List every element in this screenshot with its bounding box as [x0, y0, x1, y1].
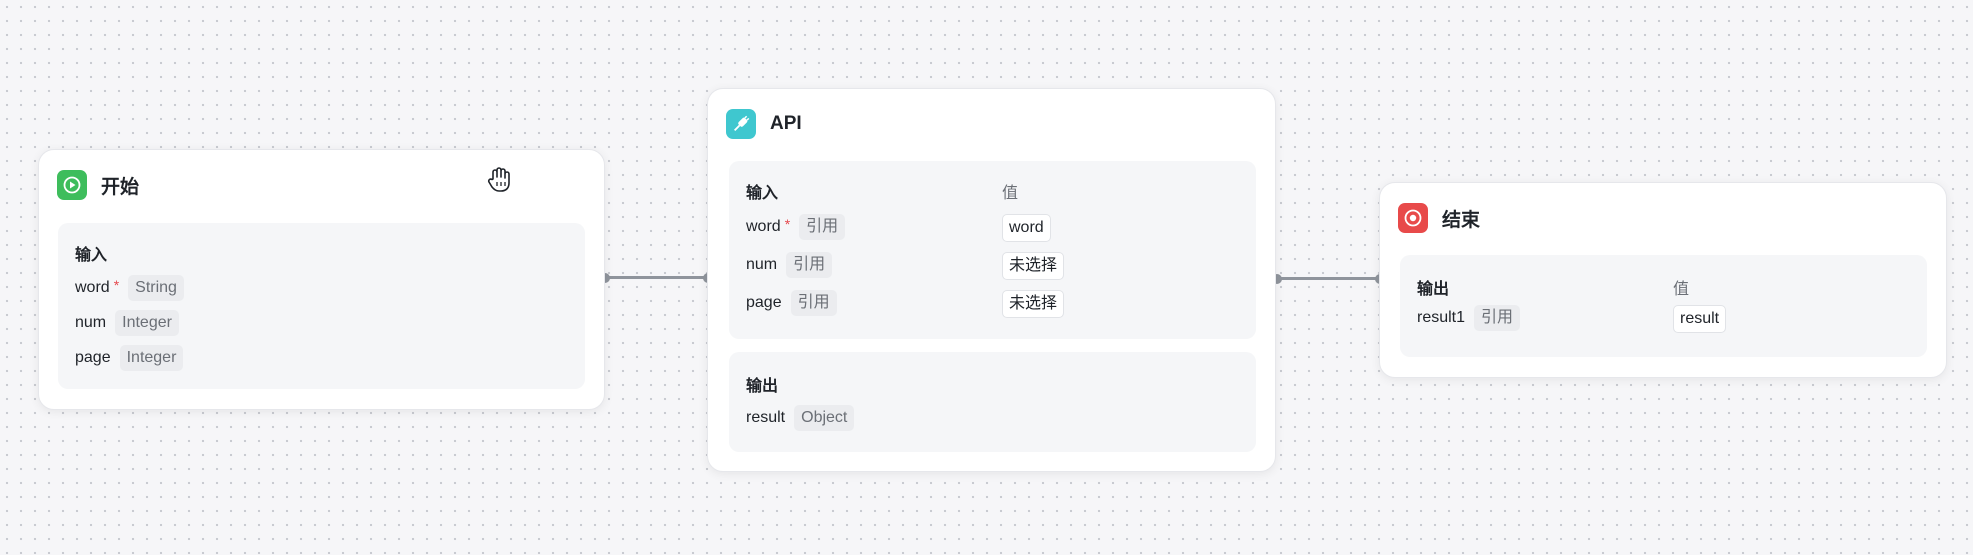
start-node-header: 开始: [57, 170, 139, 200]
output-name: result: [746, 409, 786, 426]
api-param-row[interactable]: page 引用: [746, 288, 837, 318]
hand-grab-icon: [487, 165, 513, 198]
api-output-panel: 输出 result Object: [729, 352, 1256, 452]
param-name: page: [75, 349, 111, 366]
start-input-panel: 输入 word * String num Integer page Intege…: [58, 223, 585, 389]
param-name: word: [746, 218, 781, 235]
edge-start-to-api[interactable]: [604, 276, 707, 279]
api-output-row[interactable]: result Object: [746, 403, 855, 433]
api-node[interactable]: API 输入 值 word * 引用 word num 引用 未选择 page …: [707, 88, 1276, 472]
play-icon: [57, 170, 87, 200]
api-input-panel: 输入 值 word * 引用 word num 引用 未选择 page 引用 未…: [729, 161, 1256, 339]
param-value-select[interactable]: 未选择: [1002, 290, 1065, 318]
plug-icon: [726, 109, 756, 139]
param-type-tag: 引用: [1474, 305, 1521, 331]
param-type-tag: Integer: [119, 345, 184, 371]
required-marker: *: [113, 277, 120, 293]
required-marker: *: [784, 216, 791, 232]
api-output-label: 输出: [746, 378, 779, 395]
api-param-row[interactable]: word * 引用: [746, 212, 846, 242]
end-output-panel: 输出 值 result1 引用 result: [1400, 255, 1927, 357]
start-param-row[interactable]: page Integer: [75, 343, 184, 373]
api-input-label: 输入: [746, 185, 779, 202]
param-value-select[interactable]: word: [1002, 214, 1051, 242]
param-type-tag: 引用: [799, 214, 846, 240]
api-value-label: 值: [1002, 185, 1019, 202]
output-type-tag: Object: [794, 405, 855, 431]
api-param-row[interactable]: num 引用: [746, 250, 833, 280]
param-name: page: [746, 294, 782, 311]
start-node-title: 开始: [101, 176, 140, 198]
end-node[interactable]: 结束 输出 值 result1 引用 result: [1379, 182, 1947, 378]
start-param-row[interactable]: word * String: [75, 273, 184, 303]
end-value-label: 值: [1673, 281, 1690, 298]
param-name: num: [746, 256, 778, 273]
edge-api-to-end[interactable]: [1276, 277, 1379, 280]
param-type-tag: String: [128, 275, 184, 301]
param-type-tag: 引用: [790, 290, 837, 316]
end-node-title: 结束: [1442, 209, 1481, 231]
param-name: word: [75, 279, 110, 296]
param-type-tag: 引用: [786, 252, 833, 278]
start-input-label: 输入: [75, 247, 108, 264]
param-type-tag: Integer: [115, 310, 179, 336]
start-node[interactable]: 开始 输入 word * String num Integer page Int…: [38, 149, 605, 410]
api-node-header: API: [726, 109, 802, 139]
param-name: num: [75, 314, 107, 331]
start-param-row[interactable]: num Integer: [75, 308, 179, 338]
param-value-select[interactable]: result: [1673, 305, 1727, 333]
param-value-select[interactable]: 未选择: [1002, 252, 1065, 280]
api-node-title: API: [770, 113, 802, 134]
end-node-header: 结束: [1398, 203, 1480, 233]
param-name: result1: [1417, 309, 1466, 326]
end-output-label: 输出: [1417, 281, 1450, 298]
end-param-row[interactable]: result1 引用: [1417, 303, 1521, 333]
stop-icon: [1398, 203, 1428, 233]
